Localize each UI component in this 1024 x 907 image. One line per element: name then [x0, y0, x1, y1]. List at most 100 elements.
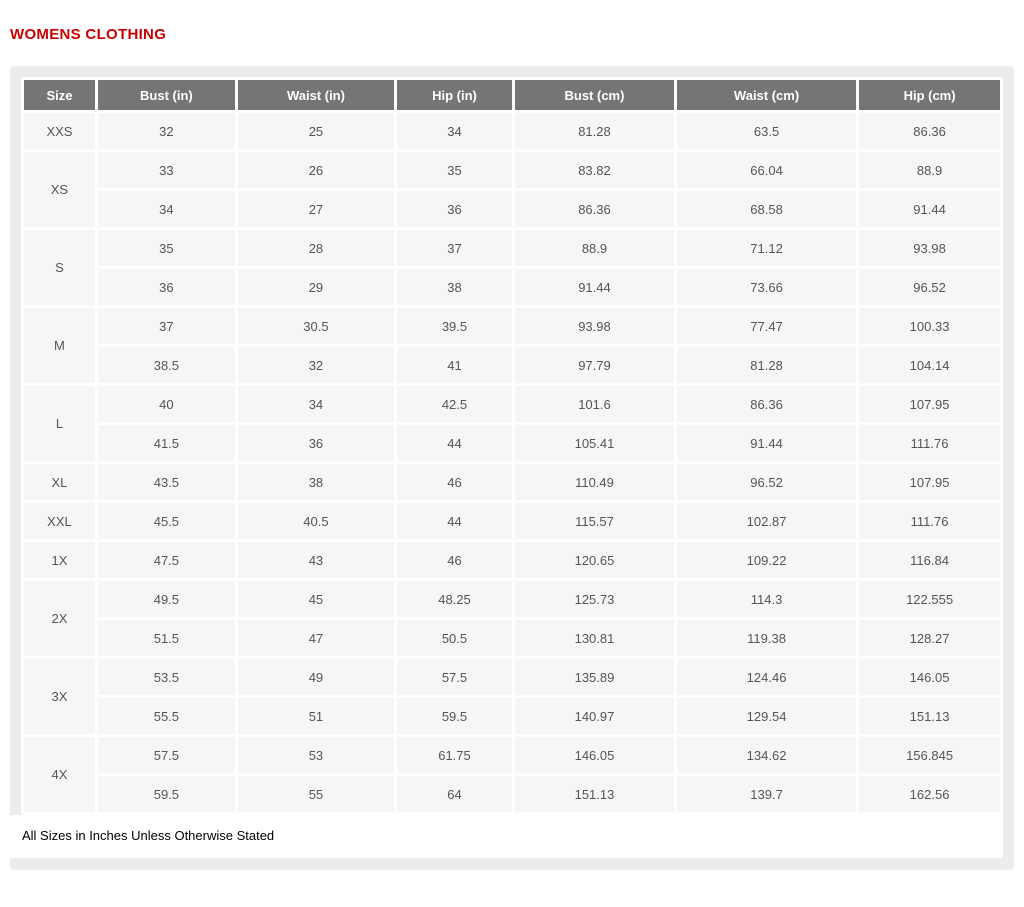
measurement-cell: 28: [237, 230, 395, 266]
measurement-cell: 39.5: [397, 308, 512, 344]
measurement-cell: 81.28: [514, 113, 674, 149]
column-header-bust-in: Bust (in): [97, 80, 235, 110]
measurement-cell: 59.5: [397, 698, 512, 734]
measurement-cell: 36: [237, 425, 395, 461]
size-cell-1x: 1X: [24, 542, 95, 578]
table-row: 2X 49.5 45 48.25 125.73 114.3 122.555: [24, 581, 1000, 656]
measurement-cell: 53.5: [97, 659, 235, 695]
table-row: 1X 47.5 43 46 120.65 109.22 116.84: [24, 542, 1000, 578]
measurement-cell: 86.36: [859, 113, 1000, 149]
size-cell-xxs: XXS: [24, 113, 95, 149]
column-header-bust-cm: Bust (cm): [514, 80, 674, 110]
measurement-cell: 110.49: [514, 464, 674, 500]
table-row: M 37 30.5 39.5 93.98 77.47 100.33: [24, 308, 1000, 383]
measurement-cell: 119.38: [676, 620, 857, 656]
measurement-cell: 96.52: [859, 269, 1000, 305]
measurement-cell: 146.05: [859, 659, 1000, 695]
measurement-cell: 81.28: [676, 347, 857, 383]
measurement-cell: 116.84: [859, 542, 1000, 578]
measurement-cell: 42.5: [397, 386, 512, 422]
measurement-cell: 50.5: [397, 620, 512, 656]
measurement-cell: 104.14: [859, 347, 1000, 383]
measurement-cell: 107.95: [859, 386, 1000, 422]
table-row: L 40 34 42.5 101.6 86.36 107.95: [24, 386, 1000, 461]
column-header-hip-in: Hip (in): [397, 80, 512, 110]
page-title: WOMENS CLOTHING: [10, 26, 167, 43]
measurement-cell: 77.47: [676, 308, 857, 344]
measurement-cell: 102.87: [676, 503, 857, 539]
measurement-cell: 91.44: [676, 425, 857, 461]
measurement-cell: 97.79: [514, 347, 674, 383]
measurement-cell: 130.81: [514, 620, 674, 656]
table-row: 34 27 36 86.36 68.58 91.44: [24, 191, 1000, 227]
size-cell-m: M: [24, 308, 95, 383]
measurement-cell: 59.5: [97, 776, 235, 812]
measurement-cell: 96.52: [676, 464, 857, 500]
measurement-cell: 109.22: [676, 542, 857, 578]
measurement-cell: 139.7: [676, 776, 857, 812]
measurement-cell: 151.13: [514, 776, 674, 812]
measurement-cell: 48.25: [397, 581, 512, 617]
table-row: S 35 28 37 88.9 71.12 93.98: [24, 230, 1000, 305]
measurement-cell: 44: [397, 503, 512, 539]
measurement-cell: 64: [397, 776, 512, 812]
column-header-hip-cm: Hip (cm): [859, 80, 1000, 110]
table-row: 3X 53.5 49 57.5 135.89 124.46 146.05: [24, 659, 1000, 734]
measurement-cell: 46: [397, 542, 512, 578]
measurement-cell: 146.05: [514, 737, 674, 773]
measurement-cell: 51: [237, 698, 395, 734]
measurement-cell: 43.5: [97, 464, 235, 500]
size-cell-xl: XL: [24, 464, 95, 500]
header-row: Size Bust (in) Waist (in) Hip (in) Bust (cm)…: [24, 80, 1000, 110]
measurement-cell: 34: [397, 113, 512, 149]
measurement-cell: 41.5: [97, 425, 235, 461]
measurement-cell: 83.82: [514, 152, 674, 188]
size-cell-xs: XS: [24, 152, 95, 227]
measurement-cell: 91.44: [514, 269, 674, 305]
measurement-cell: 135.89: [514, 659, 674, 695]
measurement-cell: 134.62: [676, 737, 857, 773]
measurement-cell: 36: [97, 269, 235, 305]
size-chart-body: XXS 32 25 34 81.28 63.5 86.36 XS 33 26 35 83.82 66.0…: [24, 113, 1000, 812]
measurement-cell: 34: [97, 191, 235, 227]
measurement-cell: 73.66: [676, 269, 857, 305]
size-cell-xxl: XXL: [24, 503, 95, 539]
column-header-size: Size: [24, 80, 95, 110]
measurement-cell: 37: [397, 230, 512, 266]
measurement-cell: 93.98: [859, 230, 1000, 266]
measurement-cell: 45: [237, 581, 395, 617]
measurement-cell: 120.65: [514, 542, 674, 578]
measurement-cell: 57.5: [397, 659, 512, 695]
measurement-cell: 140.97: [514, 698, 674, 734]
measurement-cell: 63.5: [676, 113, 857, 149]
measurement-cell: 93.98: [514, 308, 674, 344]
measurement-cell: 57.5: [97, 737, 235, 773]
measurement-cell: 107.95: [859, 464, 1000, 500]
table-row: 36 29 38 91.44 73.66 96.52: [24, 269, 1000, 305]
measurement-cell: 38.5: [97, 347, 235, 383]
measurement-cell: 40: [97, 386, 235, 422]
measurement-cell: 55.5: [97, 698, 235, 734]
table-row: 59.5 55 64 151.13 139.7 162.56: [24, 776, 1000, 812]
measurement-cell: 47: [237, 620, 395, 656]
measurement-cell: 115.57: [514, 503, 674, 539]
measurement-cell: 66.04: [676, 152, 857, 188]
measurement-cell: 27: [237, 191, 395, 227]
measurement-cell: 49: [237, 659, 395, 695]
measurement-cell: 33: [97, 152, 235, 188]
measurement-cell: 129.54: [676, 698, 857, 734]
measurement-cell: 26: [237, 152, 395, 188]
footnote-wrap: All Sizes in Inches Unless Otherwise Sta…: [10, 815, 1003, 858]
size-chart-table: Size Bust (in) Waist (in) Hip (in) Bust (cm)…: [21, 77, 1003, 815]
measurement-cell: 111.76: [859, 503, 1000, 539]
measurement-cell: 32: [97, 113, 235, 149]
measurement-cell: 122.555: [859, 581, 1000, 617]
measurement-cell: 55: [237, 776, 395, 812]
table-row: XXS 32 25 34 81.28 63.5 86.36: [24, 113, 1000, 149]
measurement-cell: 38: [237, 464, 395, 500]
measurement-cell: 30.5: [237, 308, 395, 344]
size-cell-2x: 2X: [24, 581, 95, 656]
table-row: XL 43.5 38 46 110.49 96.52 107.95: [24, 464, 1000, 500]
measurement-cell: 45.5: [97, 503, 235, 539]
measurement-cell: 47.5: [97, 542, 235, 578]
